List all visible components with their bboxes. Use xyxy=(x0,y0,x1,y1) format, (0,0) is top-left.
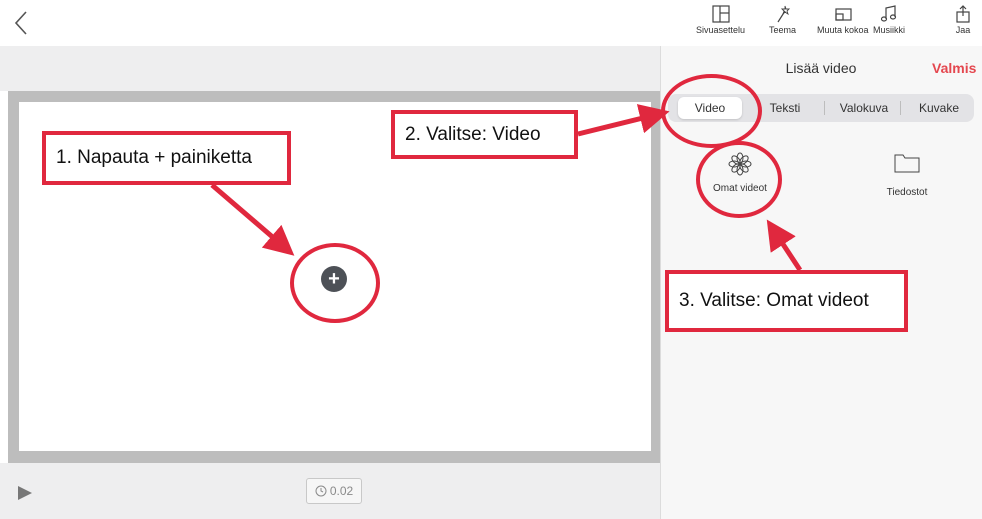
callout-step1: 1. Napauta + painiketta xyxy=(42,131,291,185)
callout-step3: 3. Valitse: Omat videot xyxy=(665,270,908,332)
arrow-step2 xyxy=(577,104,670,137)
annotation-arrows xyxy=(210,104,803,272)
arrow-step1 xyxy=(210,183,295,256)
callout-step2-text: 2. Valitse: Video xyxy=(405,123,541,145)
callout-step2: 2. Valitse: Video xyxy=(391,110,578,159)
callout-step3-text: 3. Valitse: Omat videot xyxy=(679,290,869,311)
arrow-step3 xyxy=(766,219,803,272)
callout-step1-text: 1. Napauta + painiketta xyxy=(56,147,252,168)
